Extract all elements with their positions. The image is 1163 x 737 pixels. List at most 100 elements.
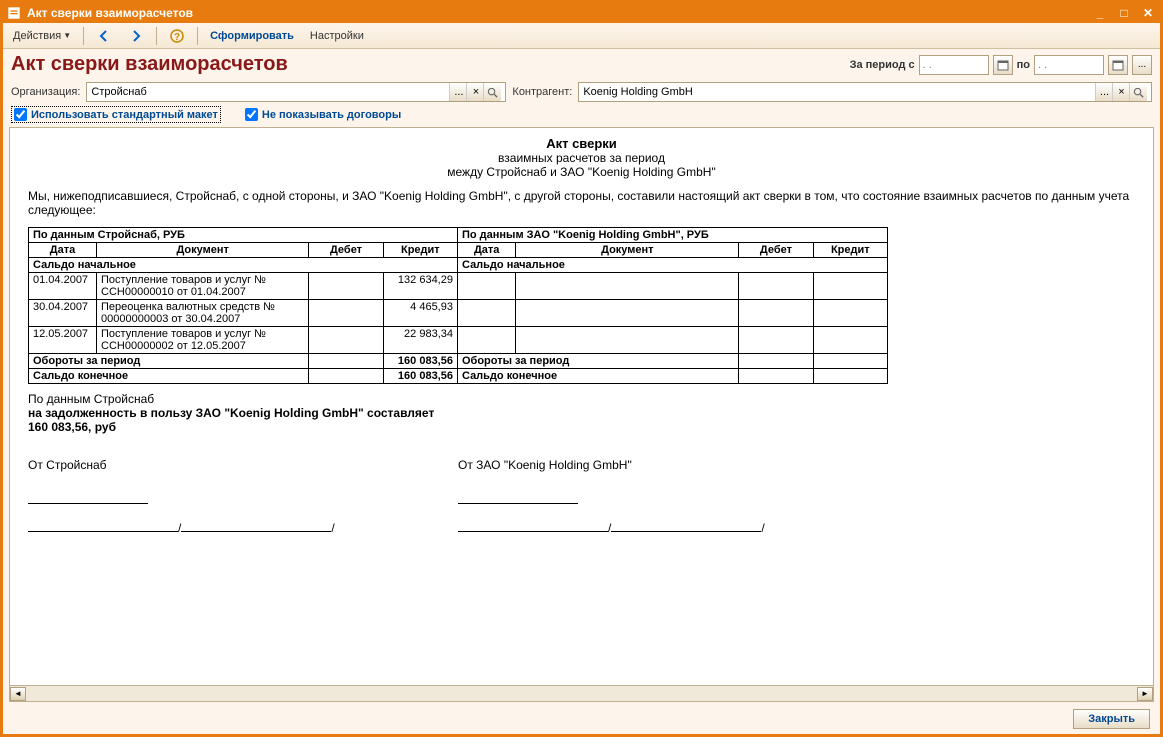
- contr-value: Koenig Holding GmbH: [583, 86, 1096, 98]
- cell-empty: [813, 273, 887, 300]
- separator: [83, 27, 84, 45]
- separator: [197, 27, 198, 45]
- document: Акт сверки взаимных расчетов за период м…: [10, 128, 1153, 543]
- svg-text:?: ?: [174, 32, 180, 43]
- actions-menu[interactable]: Действия ▼: [7, 28, 77, 44]
- period-to-input[interactable]: . .: [1034, 55, 1104, 75]
- use-standard-checkbox[interactable]: Использовать стандартный макет: [11, 106, 221, 123]
- left-header: По данным Стройснаб, РУБ: [29, 228, 458, 243]
- hide-contracts-input[interactable]: [245, 108, 258, 121]
- cell-empty: [813, 354, 887, 369]
- form-button[interactable]: Сформировать: [204, 28, 300, 44]
- page-title: Акт сверки взаиморасчетов: [11, 53, 850, 76]
- signature-name-line: //: [28, 518, 458, 535]
- filter-row: Организация: Стройснаб ... × Контрагент:…: [3, 80, 1160, 104]
- nav-back-button[interactable]: [90, 26, 118, 46]
- contr-input[interactable]: Koenig Holding GmbH ... ×: [578, 82, 1152, 102]
- document-area[interactable]: Акт сверки взаимных расчетов за период м…: [9, 127, 1154, 702]
- summary-1: По данным Стройснаб: [28, 392, 1135, 406]
- cell-debit: [309, 300, 383, 327]
- saldo-end-label-right: Сальдо конечное: [457, 369, 738, 384]
- footer: Закрыть: [3, 704, 1160, 734]
- help-button[interactable]: ?: [163, 26, 191, 46]
- signature-row: От Стройснаб // От ЗАО "Koenig Holding G…: [28, 444, 1135, 535]
- table-row: 12.05.2007 Поступление товаров и услуг №…: [29, 327, 888, 354]
- app-icon: [7, 6, 21, 20]
- table-row: 01.04.2007 Поступление товаров и услуг №…: [29, 273, 888, 300]
- cell-empty: [739, 273, 813, 300]
- saldo-end-label-left: Сальдо конечное: [29, 369, 309, 384]
- col-date-left: Дата: [29, 243, 97, 258]
- close-button[interactable]: Закрыть: [1073, 709, 1150, 729]
- contr-select-button[interactable]: ...: [1095, 83, 1113, 101]
- col-debit-left: Дебет: [309, 243, 383, 258]
- header-row: Акт сверки взаиморасчетов За период с . …: [3, 49, 1160, 80]
- magnifier-icon: [487, 87, 498, 98]
- hide-contracts-checkbox[interactable]: Не показывать договоры: [245, 108, 401, 121]
- contr-clear-button[interactable]: ×: [1112, 83, 1130, 101]
- cell-debit: [309, 273, 383, 300]
- period-from-input[interactable]: . .: [919, 55, 989, 75]
- cell-date: 01.04.2007: [29, 273, 97, 300]
- org-value: Стройснаб: [91, 86, 450, 98]
- maximize-button[interactable]: □: [1116, 6, 1132, 20]
- saldo-start-right: Сальдо начальное: [457, 258, 887, 273]
- col-credit-right: Кредит: [813, 243, 887, 258]
- cell-empty: [813, 369, 887, 384]
- col-date-right: Дата: [457, 243, 515, 258]
- calendar-from-button[interactable]: [993, 55, 1013, 75]
- arrow-forward-icon: [128, 28, 144, 44]
- contr-label: Контрагент:: [512, 86, 572, 98]
- scroll-left-button[interactable]: ◄: [10, 687, 26, 701]
- from-right-label: От ЗАО "Koenig Holding GmbH": [458, 458, 888, 472]
- close-window-button[interactable]: ✕: [1140, 6, 1156, 20]
- actions-label: Действия: [13, 30, 61, 42]
- summary-3: 160 083,56, руб: [28, 420, 1135, 434]
- saldo-end-debit-left: [309, 369, 383, 384]
- magnifier-icon: [1133, 87, 1144, 98]
- summary-2: на задолженность в пользу ЗАО "Koenig Ho…: [28, 406, 1135, 420]
- nav-forward-button[interactable]: [122, 26, 150, 46]
- saldo-end-row: Сальдо конечное 160 083,56 Сальдо конечн…: [29, 369, 888, 384]
- separator: [156, 27, 157, 45]
- doc-intro: Мы, нижеподписавшиеся, Стройснаб, с одно…: [28, 189, 1135, 217]
- calendar-icon: [1112, 59, 1124, 71]
- org-clear-button[interactable]: ×: [466, 83, 484, 101]
- org-select-button[interactable]: ...: [449, 83, 467, 101]
- arrow-back-icon: [96, 28, 112, 44]
- org-input[interactable]: Стройснаб ... ×: [86, 82, 506, 102]
- doc-subtitle-2: между Стройснаб и ЗАО "Koenig Holding Gm…: [28, 165, 1135, 179]
- use-standard-input[interactable]: [14, 108, 27, 121]
- dropdown-icon: ▼: [63, 31, 71, 40]
- scroll-right-button[interactable]: ►: [1137, 687, 1153, 701]
- cell-doc: Переоценка валютных средств № 0000000000…: [97, 300, 309, 327]
- org-search-button[interactable]: [483, 83, 501, 101]
- turnover-row: Обороты за период 160 083,56 Обороты за …: [29, 354, 888, 369]
- cell-debit: [309, 327, 383, 354]
- cell-empty: [516, 273, 739, 300]
- table-row: 30.04.2007 Переоценка валютных средств №…: [29, 300, 888, 327]
- cell-date: 12.05.2007: [29, 327, 97, 354]
- period-from-label: За период с: [850, 59, 915, 71]
- window-title: Акт сверки взаиморасчетов: [27, 6, 1092, 20]
- cell-doc: Поступление товаров и услуг № ССН0000000…: [97, 327, 309, 354]
- calendar-to-button[interactable]: [1108, 55, 1128, 75]
- settings-button[interactable]: Настройки: [304, 28, 370, 44]
- col-credit-left: Кредит: [383, 243, 457, 258]
- cell-empty: [813, 300, 887, 327]
- minimize-button[interactable]: _: [1092, 6, 1108, 20]
- contr-search-button[interactable]: [1129, 83, 1147, 101]
- col-debit-right: Дебет: [739, 243, 813, 258]
- saldo-start-left: Сальдо начальное: [29, 258, 458, 273]
- app-window: Акт сверки взаиморасчетов _ □ ✕ Действия…: [0, 0, 1163, 737]
- cell-empty: [457, 273, 515, 300]
- turnover-debit-left: [309, 354, 383, 369]
- signature-line: [458, 486, 578, 504]
- doc-subtitle-1: взаимных расчетов за период: [28, 151, 1135, 165]
- horizontal-scrollbar[interactable]: ◄ ►: [10, 685, 1153, 701]
- period-select-button[interactable]: ...: [1132, 55, 1152, 75]
- titlebar: Акт сверки взаиморасчетов _ □ ✕: [3, 3, 1160, 23]
- signature-right: От ЗАО "Koenig Holding GmbH" //: [458, 444, 888, 535]
- cell-empty: [457, 327, 515, 354]
- cell-empty: [516, 327, 739, 354]
